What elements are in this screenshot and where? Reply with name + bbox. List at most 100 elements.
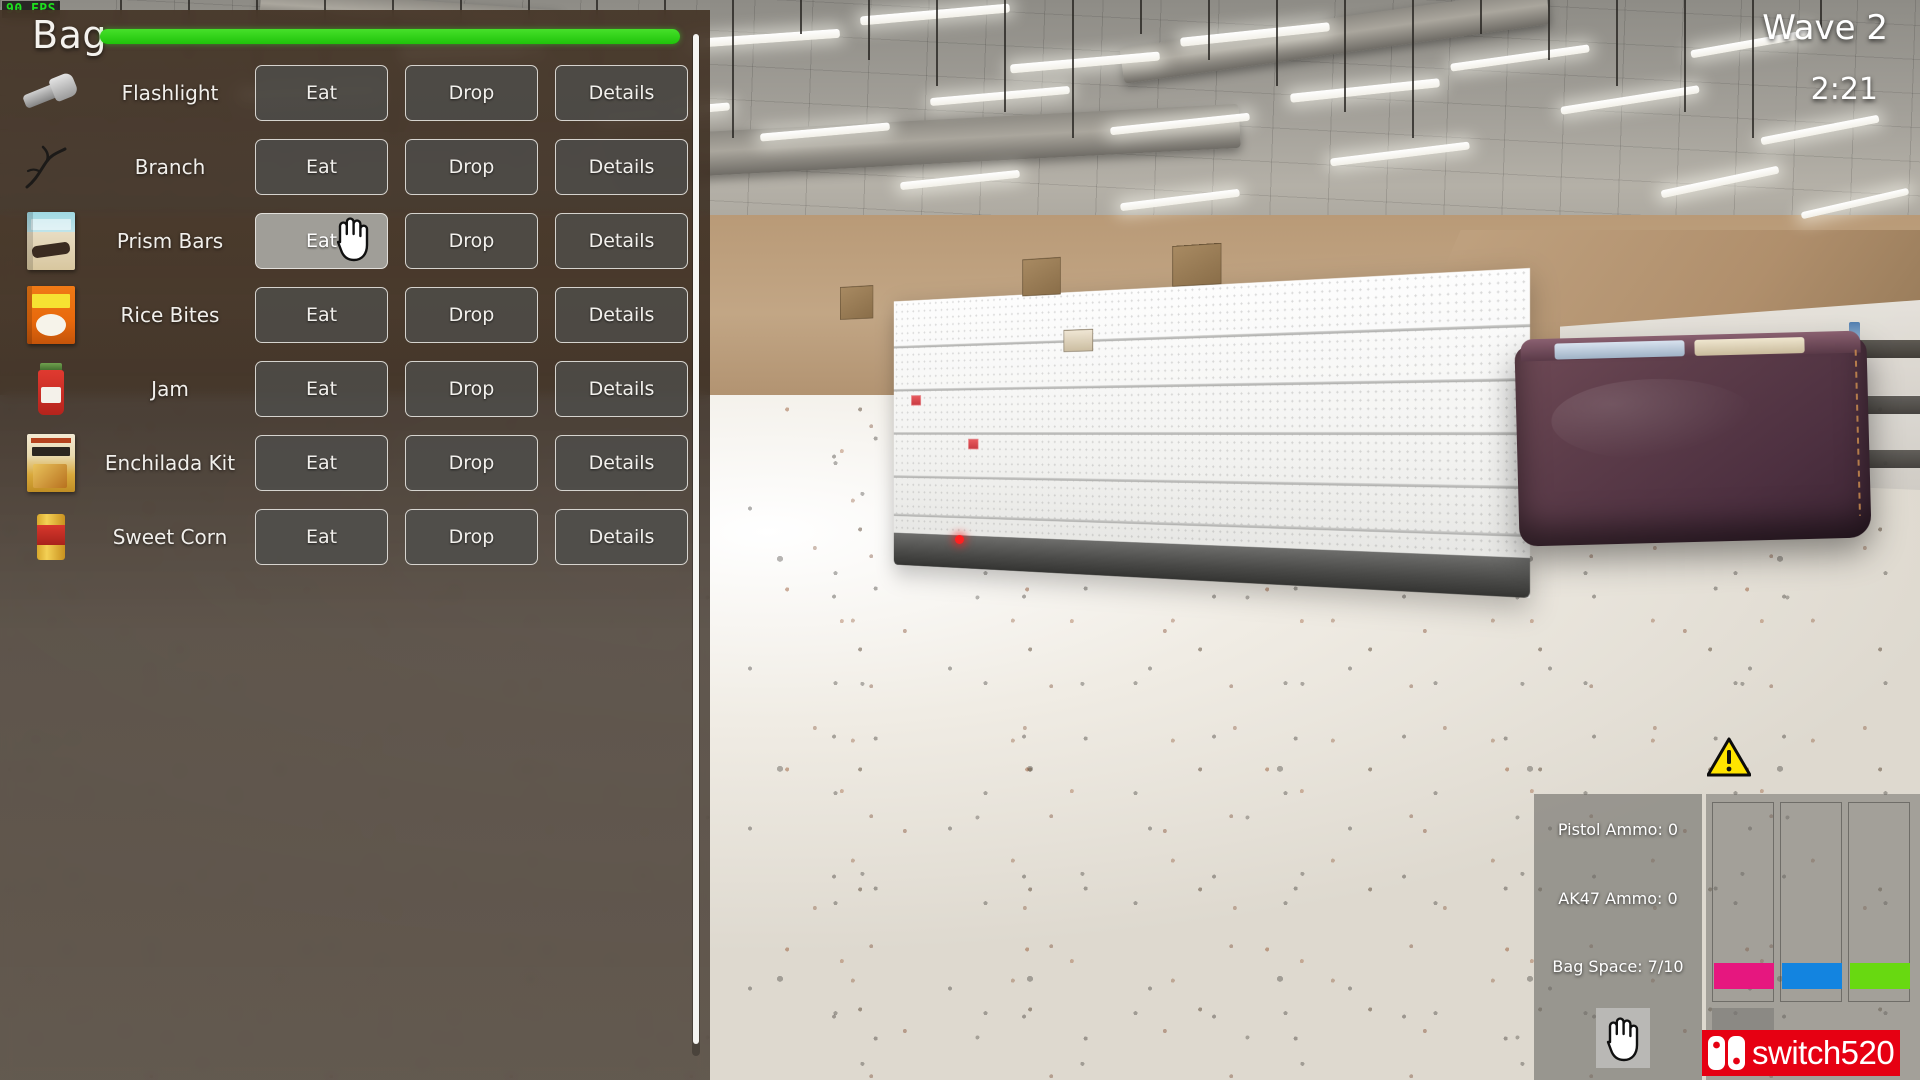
bag-item-row: Rice Bites Eat Drop Details xyxy=(0,278,692,352)
details-button[interactable]: Details xyxy=(555,213,688,269)
cardboard-box xyxy=(1172,242,1222,287)
eat-button[interactable]: Eat xyxy=(255,435,388,491)
drop-button[interactable]: Drop xyxy=(405,213,538,269)
shelf-price-tag xyxy=(911,395,922,406)
sweet-corn-can-icon xyxy=(37,514,65,560)
bag-space-stat: Bag Space: 7/10 xyxy=(1552,957,1684,976)
bag-item-row: Enchilada Kit Eat Drop Details xyxy=(0,426,692,500)
bag-item-icon-slot xyxy=(12,210,90,272)
store-shelving-unit xyxy=(840,242,1530,598)
game-screen: 90 FPS Bag FlashlightEatDropDetailsBranc… xyxy=(0,0,1920,1080)
drop-button[interactable]: Drop xyxy=(405,287,538,343)
bag-scrollbar-thumb[interactable] xyxy=(693,34,699,1044)
hotbar-slot-1[interactable] xyxy=(1712,802,1774,1002)
hotbar-slot-3-fill xyxy=(1850,963,1910,989)
bag-item-icon-slot xyxy=(12,284,90,346)
light-hanger-rod xyxy=(1208,0,1210,60)
light-hanger-rod xyxy=(936,0,938,86)
bag-item-name: Jam xyxy=(151,377,189,401)
bag-item-row: Jam Eat Drop Details xyxy=(0,352,692,426)
bag-item-row: Sweet Corn Eat Drop Details xyxy=(0,500,692,574)
bag-item-icon-slot xyxy=(12,358,90,420)
bag-item-name: Branch xyxy=(134,155,206,179)
bag-item-row: Flashlight Eat Drop Details xyxy=(0,56,692,130)
wallet-stitching xyxy=(1854,349,1861,516)
bag-title: Bag xyxy=(32,13,107,57)
eat-button[interactable]: Eat xyxy=(255,213,388,269)
drop-button[interactable]: Drop xyxy=(405,435,538,491)
bag-item-row: Branch Eat Drop Details xyxy=(0,130,692,204)
health-bar xyxy=(100,29,680,44)
hotbar-slot-2-fill xyxy=(1782,963,1842,989)
wallet-card xyxy=(1694,337,1805,356)
eat-button[interactable]: Eat xyxy=(255,139,388,195)
light-hanger-rod xyxy=(1684,0,1686,112)
eat-button[interactable]: Eat xyxy=(255,287,388,343)
switch-logo-icon xyxy=(1708,1036,1745,1070)
shelf-product xyxy=(1063,328,1094,353)
pistol-ammo-stat: Pistol Ammo: 0 xyxy=(1557,820,1679,839)
branch-icon xyxy=(23,145,79,189)
drop-button[interactable]: Drop xyxy=(405,139,538,195)
drop-button[interactable]: Drop xyxy=(405,65,538,121)
light-hanger-rod xyxy=(1276,0,1278,86)
shelf-price-tag xyxy=(968,438,979,450)
held-wallet xyxy=(1514,330,1872,547)
light-hanger-rod xyxy=(1616,0,1618,86)
hotbar-slot-2[interactable] xyxy=(1780,802,1842,1002)
watermark-text: switch520 xyxy=(1752,1034,1895,1071)
light-hanger-rod xyxy=(1548,0,1550,60)
cardboard-box xyxy=(1022,256,1061,297)
bag-item-actions: Eat Drop Details xyxy=(255,361,688,417)
light-hanger-rod xyxy=(1072,0,1074,138)
health-bar-fill xyxy=(100,29,680,44)
jam-jar-icon xyxy=(38,363,64,415)
bag-item-name: Enchilada Kit xyxy=(104,451,236,475)
warning-triangle-icon xyxy=(1706,737,1752,777)
hotbar-slot-1-fill xyxy=(1714,963,1774,989)
rice-bites-box-icon xyxy=(27,286,75,344)
hotbar-slot-3[interactable] xyxy=(1848,802,1910,1002)
bag-item-name: Sweet Corn xyxy=(112,525,228,549)
light-hanger-rod xyxy=(1480,0,1482,34)
wallet-card xyxy=(1554,340,1685,360)
light-hanger-rod xyxy=(800,0,802,34)
eat-button[interactable]: Eat xyxy=(255,509,388,565)
details-button[interactable]: Details xyxy=(555,435,688,491)
bag-header: Bag xyxy=(0,10,710,57)
wave-timer: 2:21 xyxy=(1810,72,1878,107)
bag-item-name: Flashlight xyxy=(121,81,219,105)
bag-item-icon-slot xyxy=(12,62,90,124)
ak47-ammo-stat: AK47 Ammo: 0 xyxy=(1558,889,1678,908)
details-button[interactable]: Details xyxy=(555,65,688,121)
bag-item-icon-slot xyxy=(12,506,90,568)
shelf-rail xyxy=(893,432,1530,435)
bag-item-row: Prism Bars Eat Drop Details xyxy=(0,204,692,278)
details-button[interactable]: Details xyxy=(555,509,688,565)
eat-button[interactable]: Eat xyxy=(255,65,388,121)
bag-scrollbar[interactable] xyxy=(692,34,700,1056)
enchilada-kit-box-icon xyxy=(27,434,75,492)
bag-item-actions: Eat Drop Details xyxy=(255,65,688,121)
wallet-highlight xyxy=(1550,376,1757,462)
light-hanger-rod xyxy=(1412,0,1414,138)
watermark: switch520 xyxy=(1702,1030,1901,1076)
light-hanger-rod xyxy=(1004,0,1006,112)
details-button[interactable]: Details xyxy=(555,287,688,343)
eat-button[interactable]: Eat xyxy=(255,361,388,417)
details-button[interactable]: Details xyxy=(555,139,688,195)
light-hanger-rod xyxy=(868,0,870,60)
light-hanger-rod xyxy=(1344,0,1346,112)
hud-cursor-highlight-box xyxy=(1596,1008,1650,1068)
drop-button[interactable]: Drop xyxy=(405,361,538,417)
bag-item-actions: Eat Drop Details xyxy=(255,139,688,195)
prism-bars-box-icon xyxy=(27,212,75,270)
bag-item-name: Rice Bites xyxy=(120,303,220,327)
bag-item-actions: Eat Drop Details xyxy=(255,287,688,343)
details-button[interactable]: Details xyxy=(555,361,688,417)
bag-item-icon-slot xyxy=(12,136,90,198)
bag-item-list: Flashlight Eat Drop Details Branch Eat Drop Det… xyxy=(0,56,692,574)
wave-label: Wave 2 xyxy=(1762,8,1888,48)
drop-button[interactable]: Drop xyxy=(405,509,538,565)
light-hanger-rod xyxy=(1140,0,1142,34)
